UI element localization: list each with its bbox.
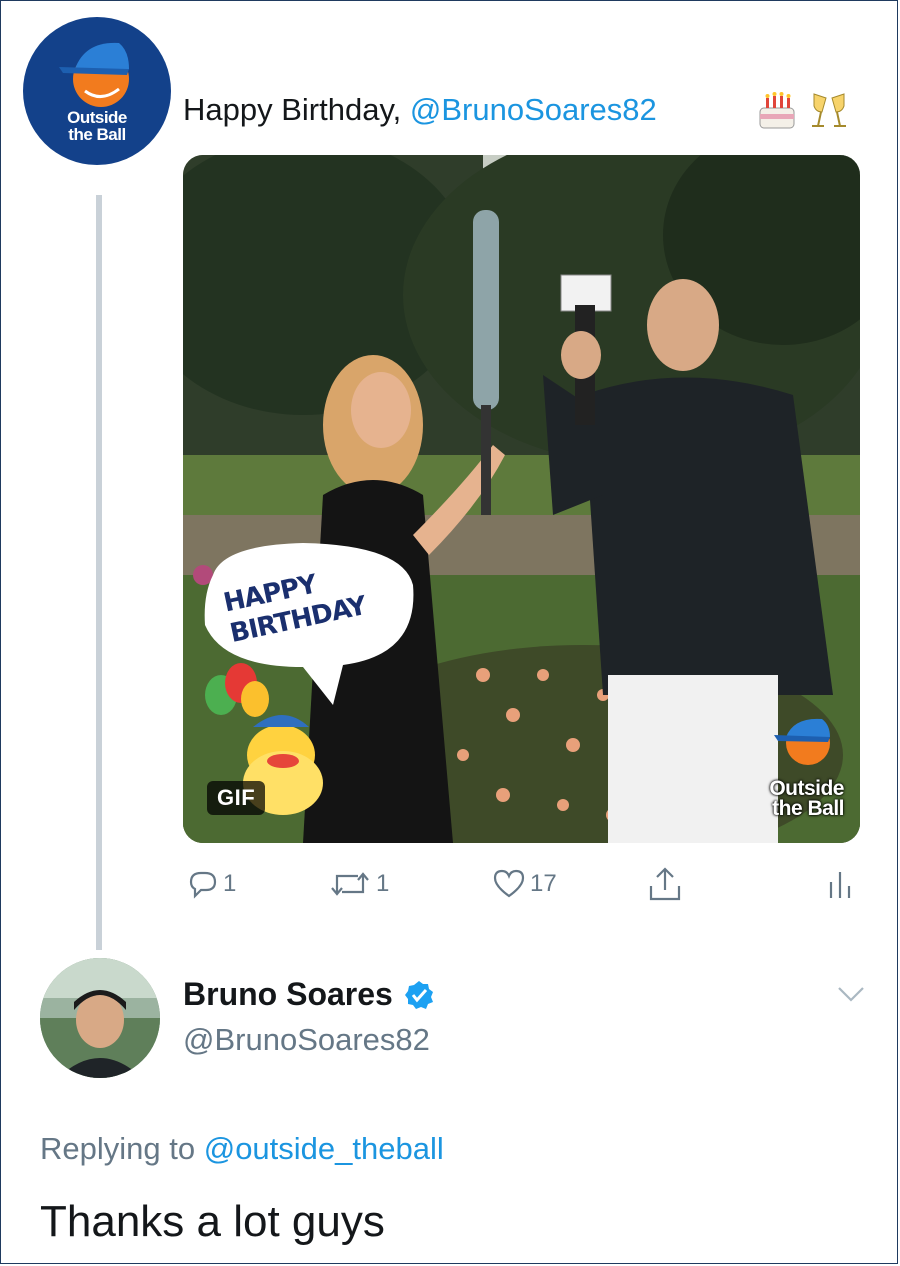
champagne-glasses-icon — [812, 93, 846, 127]
retweet-count: 1 — [376, 870, 390, 897]
reply-tweet-text: Thanks a lot guys — [40, 1197, 385, 1246]
replying-to-line: Replying to @outside_theball — [40, 1131, 444, 1167]
reply-icon — [189, 871, 217, 899]
birthday-cake-icon — [759, 92, 795, 129]
verified-badge-icon — [404, 980, 433, 1009]
display-name-text: Bruno Soares — [183, 976, 393, 1012]
share-button[interactable] — [645, 867, 685, 901]
tweet-text-prefix: Happy Birthday, — [183, 92, 410, 127]
mention-link[interactable]: @BrunoSoares82 — [410, 92, 657, 127]
thread-connector-line — [96, 195, 102, 950]
retweet-icon — [331, 872, 369, 896]
analytics-icon — [829, 872, 851, 898]
tweet-text: Happy Birthday, @BrunoSoares82 — [183, 92, 657, 128]
chevron-down-icon[interactable] — [836, 984, 866, 1004]
watermark-text-line1: Outside — [769, 777, 844, 800]
profile-photo-illustration — [40, 958, 160, 1078]
share-icon — [649, 867, 681, 901]
user-handle: @BrunoSoares82 — [183, 1022, 430, 1057]
bruno-soares-avatar[interactable] — [40, 958, 160, 1078]
replying-to-prefix: Replying to — [40, 1131, 204, 1166]
reply-count: 1 — [223, 870, 237, 897]
heart-icon — [493, 869, 525, 898]
avatar-logo-text-line1: Outside — [67, 108, 127, 127]
watermark-text-line2: the Ball — [772, 797, 844, 820]
replying-to-handle-link[interactable]: @outside_theball — [204, 1131, 444, 1166]
retweet-button[interactable]: 1 — [328, 868, 389, 900]
avatar-logo-text-line2: the Ball — [68, 125, 126, 144]
gif-badge: GIF — [207, 781, 266, 815]
display-name[interactable]: Bruno Soares — [183, 976, 435, 1013]
outside-the-ball-watermark: Outside the Ball — [750, 709, 850, 829]
reply-button[interactable]: 1 — [187, 868, 236, 900]
like-button[interactable]: 17 — [492, 868, 557, 900]
outside-the-ball-avatar[interactable]: Outside the Ball — [23, 17, 171, 165]
gif-media[interactable]: HAPPY BIRTHDAY GIF Outside the Ball — [183, 155, 860, 843]
analytics-button[interactable] — [826, 868, 854, 900]
like-count: 17 — [530, 870, 557, 897]
